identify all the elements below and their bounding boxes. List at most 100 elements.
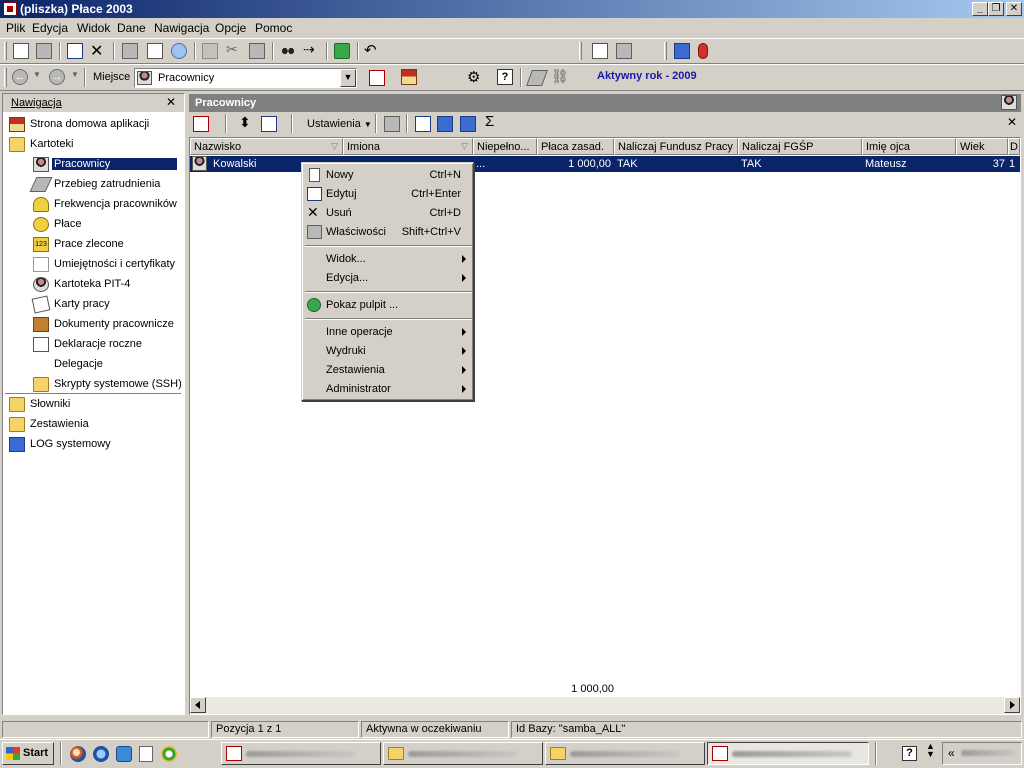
media-player-icon[interactable]	[161, 746, 177, 762]
cut-icon[interactable]: ✂	[226, 41, 242, 57]
menu-plik[interactable]: Plik	[6, 21, 25, 35]
menu-item-nowy[interactable]: Nowy Ctrl+N	[304, 166, 473, 185]
browser-icon[interactable]	[93, 746, 109, 762]
task-button-1[interactable]	[221, 742, 381, 765]
attachment-icon[interactable]	[698, 43, 708, 59]
menu-nawigacja[interactable]: Nawigacja	[154, 21, 209, 35]
employees-icon	[137, 71, 152, 85]
forward-dropdown-icon[interactable]: ▼	[71, 70, 79, 86]
form-view-icon[interactable]	[261, 116, 277, 132]
undo-icon[interactable]: ↶	[364, 41, 380, 59]
back-icon[interactable]: ←	[12, 69, 28, 85]
filter-icon[interactable]	[415, 116, 431, 132]
menu-item-wydruki[interactable]: Wydruki	[304, 342, 473, 361]
eraser-icon[interactable]	[526, 70, 548, 86]
home-icon	[9, 117, 25, 132]
menu-pomoc[interactable]: Pomoc	[255, 21, 292, 35]
home-icon[interactable]	[401, 69, 417, 85]
column-header-d[interactable]: D	[1008, 138, 1020, 155]
edit-icon[interactable]	[67, 43, 83, 59]
menu-item-edycja[interactable]: Edycja...	[304, 269, 473, 288]
status-db: Id Bazy: "samba_ALL"	[511, 721, 1022, 738]
close-button[interactable]: ✕	[1006, 2, 1022, 16]
column-header-niepelno[interactable]: Niepełno...	[473, 138, 537, 155]
column-header-fundusz[interactable]: Naliczaj Fundusz Pracy	[614, 138, 738, 155]
close-icon[interactable]: ✕	[166, 95, 176, 109]
new-doc-icon[interactable]	[13, 43, 29, 59]
link-icon[interactable]: ⛓	[551, 68, 569, 84]
filter-icon[interactable]: ▽	[461, 141, 468, 152]
navigation-tree: Strona domowa aplikacji Kartoteki Pracow…	[3, 113, 184, 713]
help-icon[interactable]: ?	[497, 69, 513, 85]
scroll-right-button[interactable]	[1004, 697, 1020, 713]
document-icon[interactable]	[139, 746, 153, 762]
column-header-imiona[interactable]: Imiona ▽	[343, 138, 473, 155]
scroll-left-button[interactable]	[190, 697, 206, 713]
menu-item-zestawienia[interactable]: Zestawienia	[304, 361, 473, 380]
minimize-button[interactable]: _	[972, 2, 988, 16]
properties-icon[interactable]	[36, 43, 52, 59]
help-icon[interactable]: ?	[902, 746, 917, 761]
column-header-nazwisko[interactable]: Nazwisko ▽	[190, 138, 343, 155]
refresh-icon[interactable]	[334, 43, 350, 59]
sum-icon[interactable]: Σ	[485, 113, 501, 130]
column-header-fgsp[interactable]: Naliczaj FGŚP	[738, 138, 862, 155]
back-dropdown-icon[interactable]: ▼	[33, 70, 41, 86]
delete-icon[interactable]: ✕	[90, 41, 106, 60]
folder-icon	[388, 747, 404, 760]
chevron-down-icon[interactable]: ▼	[340, 69, 356, 87]
app-icon	[226, 746, 242, 761]
submenu-arrow-icon	[462, 347, 466, 355]
horizontal-scrollbar[interactable]	[190, 697, 1020, 714]
menu-item-pokaz-pulpit[interactable]: Pokaz pulpit ...	[304, 296, 473, 315]
sort-icon[interactable]: ⬍	[239, 114, 255, 130]
split-view-icon[interactable]	[616, 43, 632, 59]
tree-toggle-icon[interactable]	[369, 70, 385, 86]
find-next-icon[interactable]: ⇢	[303, 41, 319, 57]
contract-work-icon: 123	[33, 237, 49, 252]
columns-icon[interactable]	[437, 116, 453, 132]
print-icon[interactable]	[122, 43, 138, 59]
column-header-placa[interactable]: Płaca zasad.	[537, 138, 614, 155]
forward-icon[interactable]: →	[49, 69, 65, 85]
menu-item-wlasciwosci[interactable]: Właściwości Shift+Ctrl+V	[304, 223, 473, 242]
properties-icon[interactable]	[384, 116, 400, 132]
mail-icon[interactable]	[171, 43, 187, 59]
tree-view-icon[interactable]	[592, 43, 608, 59]
tray-scroll-icon[interactable]: ▲ ▼	[926, 742, 935, 759]
close-icon[interactable]: ✕	[1007, 115, 1017, 129]
task-button-3[interactable]	[545, 742, 705, 765]
task-button-2[interactable]	[383, 742, 543, 765]
details-icon[interactable]	[460, 116, 476, 132]
location-value: Pracownicy	[158, 72, 215, 84]
blurred-title	[570, 751, 680, 757]
menu-item-edytuj[interactable]: Edytuj Ctrl+Enter	[304, 185, 473, 204]
tray-expand-icon[interactable]: «	[948, 746, 955, 760]
maximize-button[interactable]: ❐	[988, 2, 1004, 16]
record-icon[interactable]	[193, 116, 209, 132]
menu-item-administrator[interactable]: Administrator	[304, 380, 473, 399]
menu-opcje[interactable]: Opcje	[215, 21, 246, 35]
firefox-icon[interactable]	[70, 746, 86, 762]
filter-icon[interactable]: ▽	[331, 141, 338, 152]
column-header-wiek[interactable]: Wiek	[956, 138, 1008, 155]
column-header-imie-ojca[interactable]: Imię ojca	[862, 138, 956, 155]
print-preview-icon[interactable]	[147, 43, 163, 59]
settings-dropdown[interactable]: Ustawienia ▼	[307, 118, 372, 130]
menu-edycja[interactable]: Edycja	[32, 21, 68, 35]
help-book-icon[interactable]	[674, 43, 690, 59]
start-button[interactable]: Start	[2, 742, 54, 765]
page-header: Pracownicy	[189, 94, 1021, 112]
menu-item-widok[interactable]: Widok...	[304, 250, 473, 269]
menu-item-usun[interactable]: ✕ Usuń Ctrl+D	[304, 204, 473, 223]
find-icon[interactable]	[280, 43, 296, 59]
tools-icon[interactable]: ⚙	[467, 68, 483, 86]
task-button-active[interactable]	[707, 742, 869, 765]
menu-dane[interactable]: Dane	[117, 21, 146, 35]
paste-icon[interactable]	[249, 43, 265, 59]
location-combo[interactable]: Pracownicy ▼	[134, 68, 357, 88]
copy-icon[interactable]	[202, 43, 218, 59]
ie-icon[interactable]	[116, 746, 132, 762]
menu-widok[interactable]: Widok	[77, 21, 110, 35]
menu-item-inne-operacje[interactable]: Inne operacje	[304, 323, 473, 342]
